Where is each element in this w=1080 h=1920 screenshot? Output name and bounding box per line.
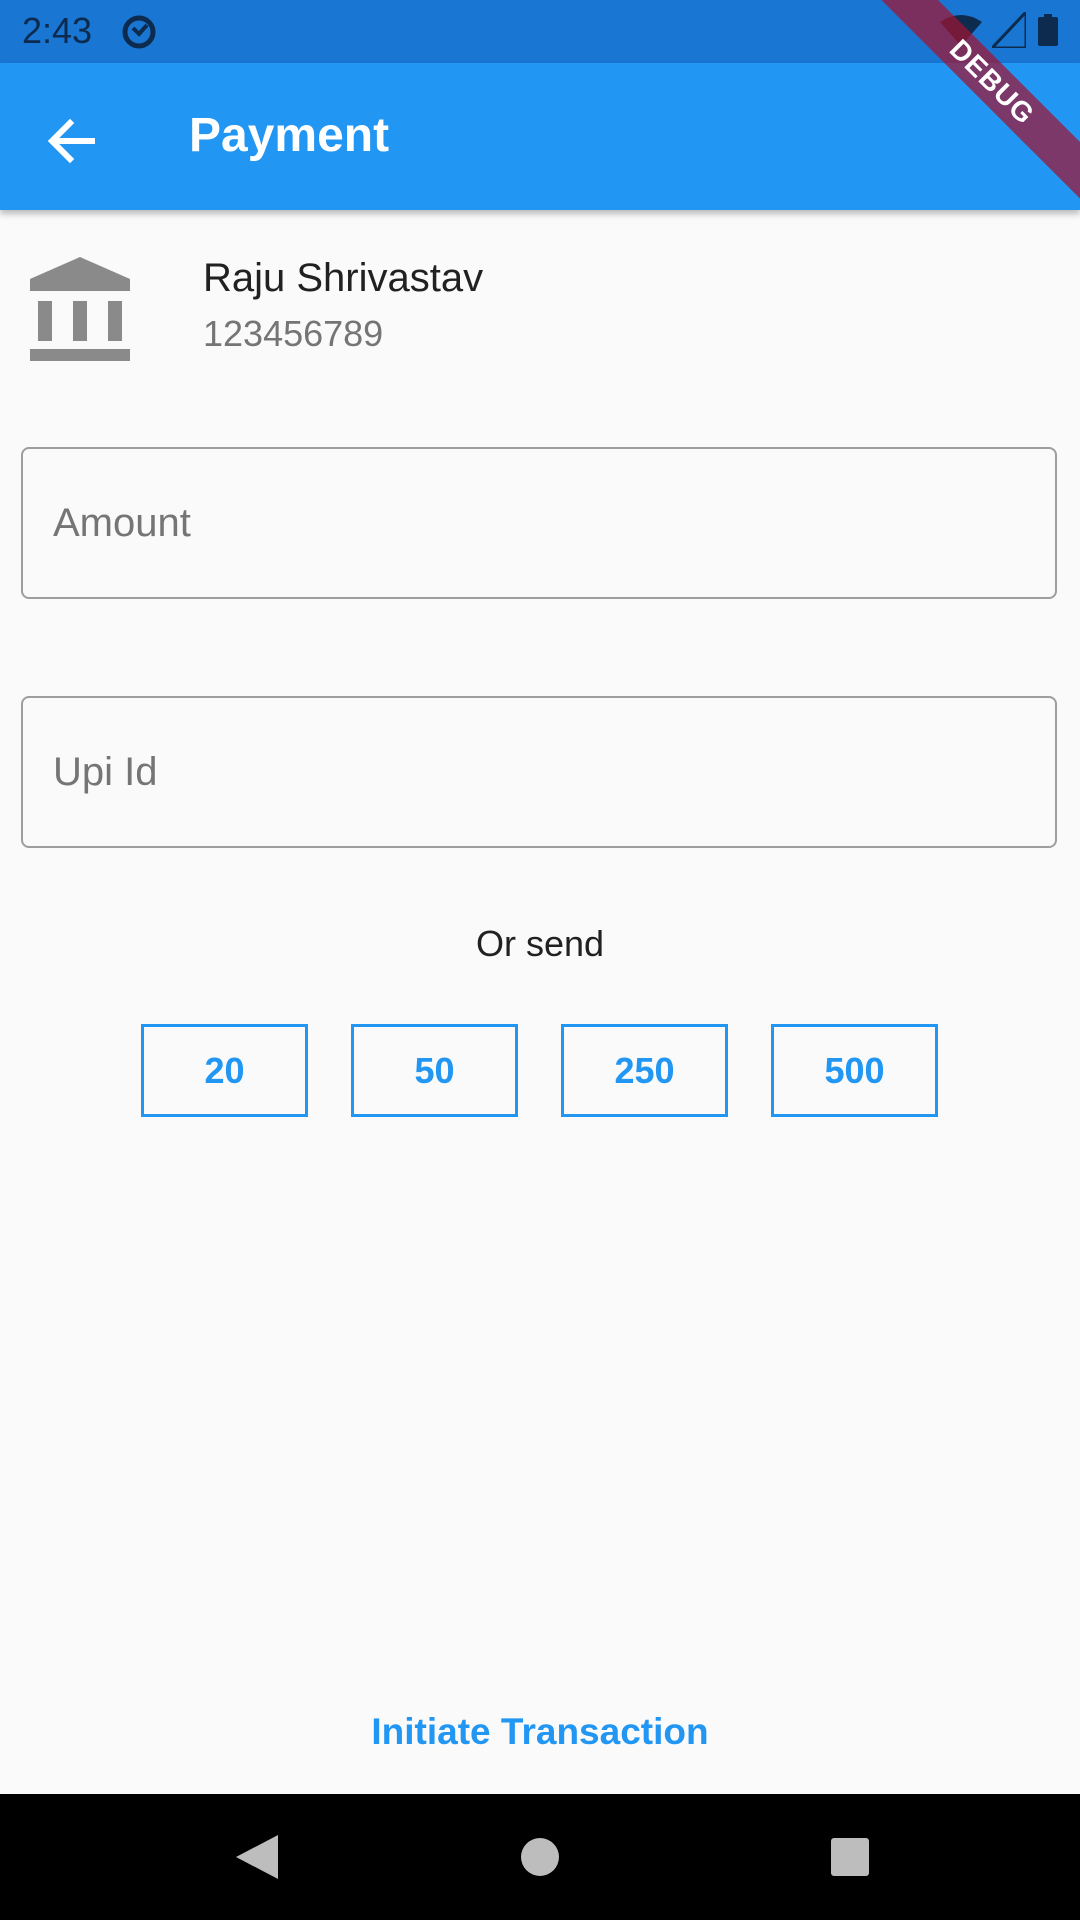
nav-recents-icon[interactable] xyxy=(831,1838,869,1876)
quick-amount-button-500[interactable]: 500 xyxy=(771,1024,938,1117)
or-send-label: Or send xyxy=(475,923,605,964)
app-bar: Payment xyxy=(0,63,1080,210)
battery-icon xyxy=(1038,14,1058,46)
quick-amount-button-50[interactable]: 50 xyxy=(351,1024,518,1117)
upi-id-field[interactable] xyxy=(21,696,1057,848)
bank-icon xyxy=(30,257,130,361)
arrow-back-icon[interactable] xyxy=(44,113,100,169)
quick-amount-button-250[interactable]: 250 xyxy=(561,1024,728,1117)
page-title: Payment xyxy=(189,109,390,162)
amount-field[interactable] xyxy=(21,447,1057,599)
nav-back-icon[interactable] xyxy=(236,1835,278,1879)
status-time: 2:43 xyxy=(22,10,93,51)
initiate-transaction-button[interactable]: Initiate Transaction xyxy=(340,1700,740,1764)
quick-amount-button-20[interactable]: 20 xyxy=(141,1024,308,1117)
payee-name: Raju Shrivastav xyxy=(203,256,484,300)
nav-home-icon[interactable] xyxy=(521,1838,559,1876)
payee-account-number: 123456789 xyxy=(203,313,384,354)
sync-ring-icon xyxy=(122,15,156,49)
signal-icon xyxy=(992,12,1026,48)
